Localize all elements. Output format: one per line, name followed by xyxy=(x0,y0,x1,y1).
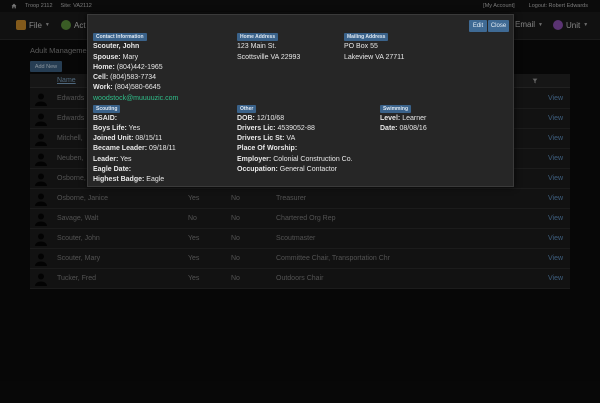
highest-badge-value: Eagle xyxy=(146,176,165,183)
employer-value: Colonial Construction Co. xyxy=(273,156,353,163)
highest-badge-key: Highest Badge: xyxy=(93,176,145,183)
highest-badge-row: Highest Badge: Eagle xyxy=(93,176,164,183)
work-phone-value: (804)580-6645 xyxy=(114,84,161,91)
eagle-date-key: Eagle Date: xyxy=(93,166,132,173)
drivers-lic-st-row: Drivers Lic St: VA xyxy=(237,135,295,142)
home-address-line1: 123 Main St. xyxy=(237,43,277,50)
dob-key: DOB: xyxy=(237,115,255,122)
boys-life-key: Boys Life: xyxy=(93,125,127,132)
became-leader-value: 09/18/11 xyxy=(149,145,176,152)
leader-key: Leader: xyxy=(93,156,119,163)
mailing-address-label: Mailing Address xyxy=(344,33,389,41)
swim-level-value: Learner xyxy=(402,115,427,122)
occupation-value: General Contactor xyxy=(279,166,337,173)
contact-name: Scouter, John xyxy=(93,43,140,50)
email-link[interactable]: woodstock@muuuuzic.com xyxy=(93,95,178,102)
edit-button[interactable]: Edit xyxy=(469,20,487,32)
occupation-row: Occupation: General Contactor xyxy=(237,166,337,173)
joined-unit-value: 08/15/11 xyxy=(135,135,163,142)
spouse-value: Mary xyxy=(122,54,139,61)
drivers-lic-row: Drivers Lic: 4539052-88 xyxy=(237,125,315,132)
joined-unit-row: Joined Unit: 08/15/11 xyxy=(93,135,162,142)
home-phone-value: (804)442-1965 xyxy=(116,64,163,71)
swim-date-row: Date: 08/08/16 xyxy=(380,125,427,132)
other-label: Other xyxy=(237,105,257,113)
became-leader-row: Became Leader: 09/18/11 xyxy=(93,145,176,152)
cell-phone-row: Cell: (804)583-7734 xyxy=(93,74,156,81)
drivers-lic-st-value: VA xyxy=(286,135,296,142)
adult-detail-modal: Edit Close Contact Information Scouter, … xyxy=(87,14,514,187)
bsaid-row: BSAID: xyxy=(93,115,117,122)
employer-key: Employer: xyxy=(237,156,272,163)
work-phone-key: Work: xyxy=(93,84,113,91)
swim-date-key: Date: xyxy=(380,125,398,132)
boys-life-value: Yes xyxy=(128,125,141,132)
home-phone-row: Home: (804)442-1965 xyxy=(93,64,163,71)
mailing-address-line2: Lakeview VA 27711 xyxy=(344,54,405,61)
swim-date-value: 08/08/16 xyxy=(399,125,427,132)
work-phone-row: Work: (804)580-6645 xyxy=(93,84,161,91)
leader-row: Leader: Yes xyxy=(93,156,132,163)
leader-value: Yes xyxy=(120,156,132,163)
home-address-label: Home Address xyxy=(237,33,279,41)
spouse-row: Spouse: Mary xyxy=(93,54,138,61)
boys-life-row: Boys Life: Yes xyxy=(93,125,140,132)
dob-row: DOB: 12/10/68 xyxy=(237,115,284,122)
spouse-key: Spouse: xyxy=(93,54,121,61)
eagle-date-row: Eagle Date: xyxy=(93,166,131,173)
scouting-label: Scouting xyxy=(93,105,121,113)
home-phone-key: Home: xyxy=(93,64,115,71)
close-button[interactable]: Close xyxy=(488,20,509,32)
cell-phone-value: (804)583-7734 xyxy=(110,74,157,81)
dob-value: 12/10/68 xyxy=(256,115,285,122)
swim-level-key: Level: xyxy=(380,115,401,122)
occupation-key: Occupation: xyxy=(237,166,278,173)
place-of-worship-key: Place Of Worship: xyxy=(237,145,298,152)
became-leader-key: Became Leader: xyxy=(93,145,148,152)
contact-info-label: Contact Information xyxy=(93,33,147,41)
drivers-lic-value: 4539052-88 xyxy=(277,125,315,132)
employer-row: Employer: Colonial Construction Co. xyxy=(237,156,353,163)
place-of-worship-row: Place Of Worship: xyxy=(237,145,297,152)
cell-phone-key: Cell: xyxy=(93,74,109,81)
joined-unit-key: Joined Unit: xyxy=(93,135,134,142)
bsaid-key: BSAID: xyxy=(93,115,118,122)
home-address-line2: Scottsville VA 22993 xyxy=(237,54,301,61)
mailing-address-line1: PO Box 55 xyxy=(344,43,378,50)
drivers-lic-key: Drivers Lic: xyxy=(237,125,276,132)
swim-level-row: Level: Learner xyxy=(380,115,426,122)
drivers-lic-st-key: Drivers Lic St: xyxy=(237,135,285,142)
swimming-label: Swimming xyxy=(380,105,412,113)
